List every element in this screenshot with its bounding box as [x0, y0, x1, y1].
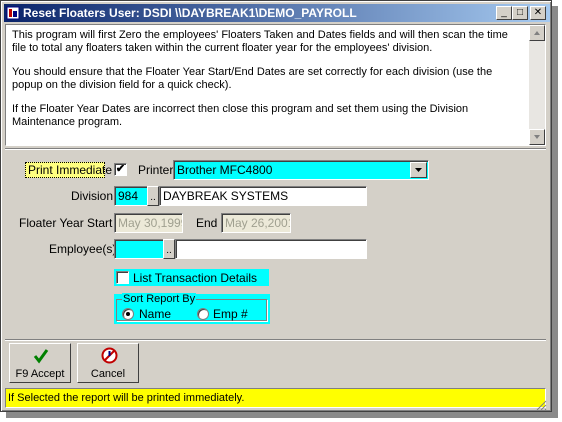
payroll-app-icon[interactable] — [6, 6, 20, 20]
toolbar-divider — [5, 339, 546, 341]
start-date-field: May 30,1999 — [114, 213, 183, 233]
window-shadow-bottom — [6, 412, 556, 418]
floater-year-label: Floater Year — [19, 216, 84, 230]
reset-floaters-window: Reset Floaters User: DSDI \\DAYBREAK1\DE… — [0, 0, 552, 412]
sort-name-radio[interactable] — [122, 308, 134, 320]
employees-label: Employee(s) — [49, 242, 117, 256]
end-label: End — [196, 216, 218, 230]
maximize-button[interactable]: □ — [512, 6, 528, 20]
division-label: Division — [71, 189, 114, 203]
employee-lookup-button[interactable]: .. — [163, 239, 175, 259]
cancel-button[interactable]: Cancel — [77, 343, 139, 383]
printer-dropdown-button[interactable] — [410, 162, 427, 178]
end-date-field: May 26,2001 — [221, 213, 291, 233]
instructions-memo[interactable]: This program will first Zero the employe… — [5, 24, 546, 146]
arrow-down-icon — [534, 135, 540, 139]
print-immediate-label[interactable]: Print Immediate — [25, 162, 112, 178]
employee-code-input[interactable] — [114, 239, 164, 259]
list-details-label: List Transaction Details — [133, 271, 258, 285]
close-button[interactable]: ✕ — [530, 6, 546, 20]
checkmark-icon — [33, 349, 49, 364]
list-details-panel[interactable]: List Transaction Details — [114, 269, 269, 286]
employee-name-field — [175, 239, 367, 259]
printer-select[interactable]: Brother MFC4800 — [173, 160, 429, 180]
scroll-up-button[interactable] — [529, 25, 545, 41]
sort-emp-label[interactable]: Emp # — [213, 307, 248, 321]
division-name-field: DAYBREAK SYSTEMS — [159, 186, 367, 206]
window-shadow-right — [552, 6, 558, 418]
scroll-down-button[interactable] — [529, 129, 545, 145]
window-title: Reset Floaters User: DSDI \\DAYBREAK1\DE… — [23, 6, 357, 20]
sort-group-title: Sort Report By — [122, 293, 197, 305]
print-immediate-checkbox[interactable]: ✔ — [114, 163, 127, 176]
list-details-checkbox[interactable] — [116, 271, 129, 284]
printer-label: Printer — [138, 163, 174, 177]
division-lookup-button[interactable]: .. — [147, 186, 159, 206]
sort-name-label[interactable]: Name — [139, 307, 171, 321]
cancel-icon — [101, 347, 118, 364]
accept-button[interactable]: F9 Accept — [9, 343, 71, 383]
division-code-input[interactable]: 984 — [114, 186, 148, 206]
start-label: Start — [87, 216, 113, 230]
cancel-label: Cancel — [90, 368, 126, 380]
resize-grip-icon[interactable] — [535, 399, 547, 411]
end-date-value: May 26,2001 — [225, 216, 291, 230]
instructions-text: This program will first Zero the employe… — [12, 29, 524, 140]
status-bar: If Selected the report will be printed i… — [5, 388, 546, 408]
memo-scrollbar[interactable] — [529, 25, 545, 145]
start-date-value: May 30,1999 — [118, 216, 183, 230]
chevron-down-icon — [415, 168, 422, 172]
instructions-paragraph-3: If the Floater Year Dates are incorrect … — [12, 103, 469, 128]
instructions-paragraph-2: You should ensure that the Floater Year … — [12, 66, 493, 91]
printer-value: Brother MFC4800 — [177, 163, 273, 177]
division-name-value: DAYBREAK SYSTEMS — [163, 189, 289, 203]
accept-label: F9 Accept — [15, 368, 65, 380]
sort-report-group: Sort Report By Name Emp # — [114, 293, 270, 324]
instructions-paragraph-1: This program will first Zero the employe… — [12, 29, 508, 54]
arrow-up-icon — [534, 31, 540, 35]
minimize-button[interactable]: _ — [496, 6, 512, 20]
section-divider — [5, 148, 546, 150]
sort-emp-radio[interactable] — [197, 308, 209, 320]
division-code-value: 984 — [118, 189, 139, 203]
